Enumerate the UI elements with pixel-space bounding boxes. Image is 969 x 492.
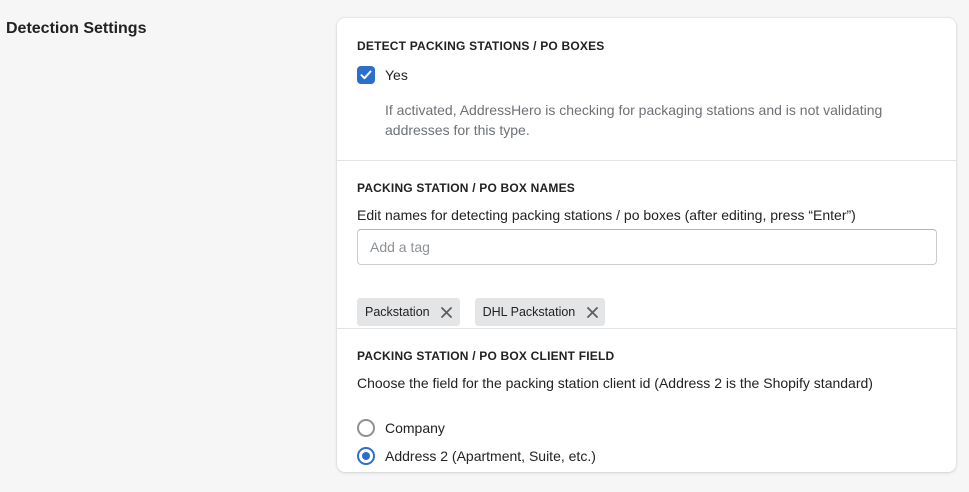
names-description: Edit names for detecting packing station… bbox=[357, 207, 856, 223]
radio-option-company[interactable]: Company bbox=[357, 419, 445, 437]
detect-checkbox-label[interactable]: Yes bbox=[385, 67, 408, 83]
checkmark-icon bbox=[360, 70, 372, 80]
client-field-section: PACKING STATION / PO BOX CLIENT FIELD Ch… bbox=[337, 329, 956, 472]
tag-list: Packstation DHL Packstation bbox=[357, 298, 606, 326]
client-field-description: Choose the field for the packing station… bbox=[357, 375, 873, 391]
tag-input[interactable] bbox=[357, 229, 937, 265]
section-title: Detection Settings bbox=[6, 20, 147, 37]
tag: Packstation bbox=[357, 298, 460, 326]
radio-company[interactable] bbox=[357, 419, 375, 437]
detect-help-text: If activated, AddressHero is checking fo… bbox=[385, 102, 883, 138]
names-heading: PACKING STATION / PO BOX NAMES bbox=[357, 181, 576, 195]
tag-label: DHL Packstation bbox=[482, 305, 576, 319]
radio-label-address2[interactable]: Address 2 (Apartment, Suite, etc.) bbox=[385, 448, 596, 464]
detect-checkbox[interactable] bbox=[357, 66, 375, 84]
names-section: PACKING STATION / PO BOX NAMES Edit name… bbox=[337, 161, 956, 329]
close-icon bbox=[441, 306, 453, 318]
radio-selected-dot bbox=[362, 452, 370, 460]
tag: DHL Packstation bbox=[474, 298, 606, 326]
radio-option-address2[interactable]: Address 2 (Apartment, Suite, etc.) bbox=[357, 447, 596, 465]
detect-section: DETECT PACKING STATIONS / PO BOXES Yes I… bbox=[337, 18, 956, 161]
detect-heading: DETECT PACKING STATIONS / PO BOXES bbox=[357, 39, 605, 53]
tag-label: Packstation bbox=[365, 305, 430, 319]
tag-remove-button[interactable] bbox=[585, 305, 599, 319]
client-field-heading: PACKING STATION / PO BOX CLIENT FIELD bbox=[357, 349, 615, 363]
settings-card: DETECT PACKING STATIONS / PO BOXES Yes I… bbox=[337, 18, 956, 472]
detect-checkbox-row[interactable]: Yes bbox=[357, 66, 408, 84]
radio-label-company[interactable]: Company bbox=[385, 420, 445, 436]
tag-remove-button[interactable] bbox=[440, 305, 454, 319]
close-icon bbox=[586, 306, 598, 318]
radio-address2[interactable] bbox=[357, 447, 375, 465]
